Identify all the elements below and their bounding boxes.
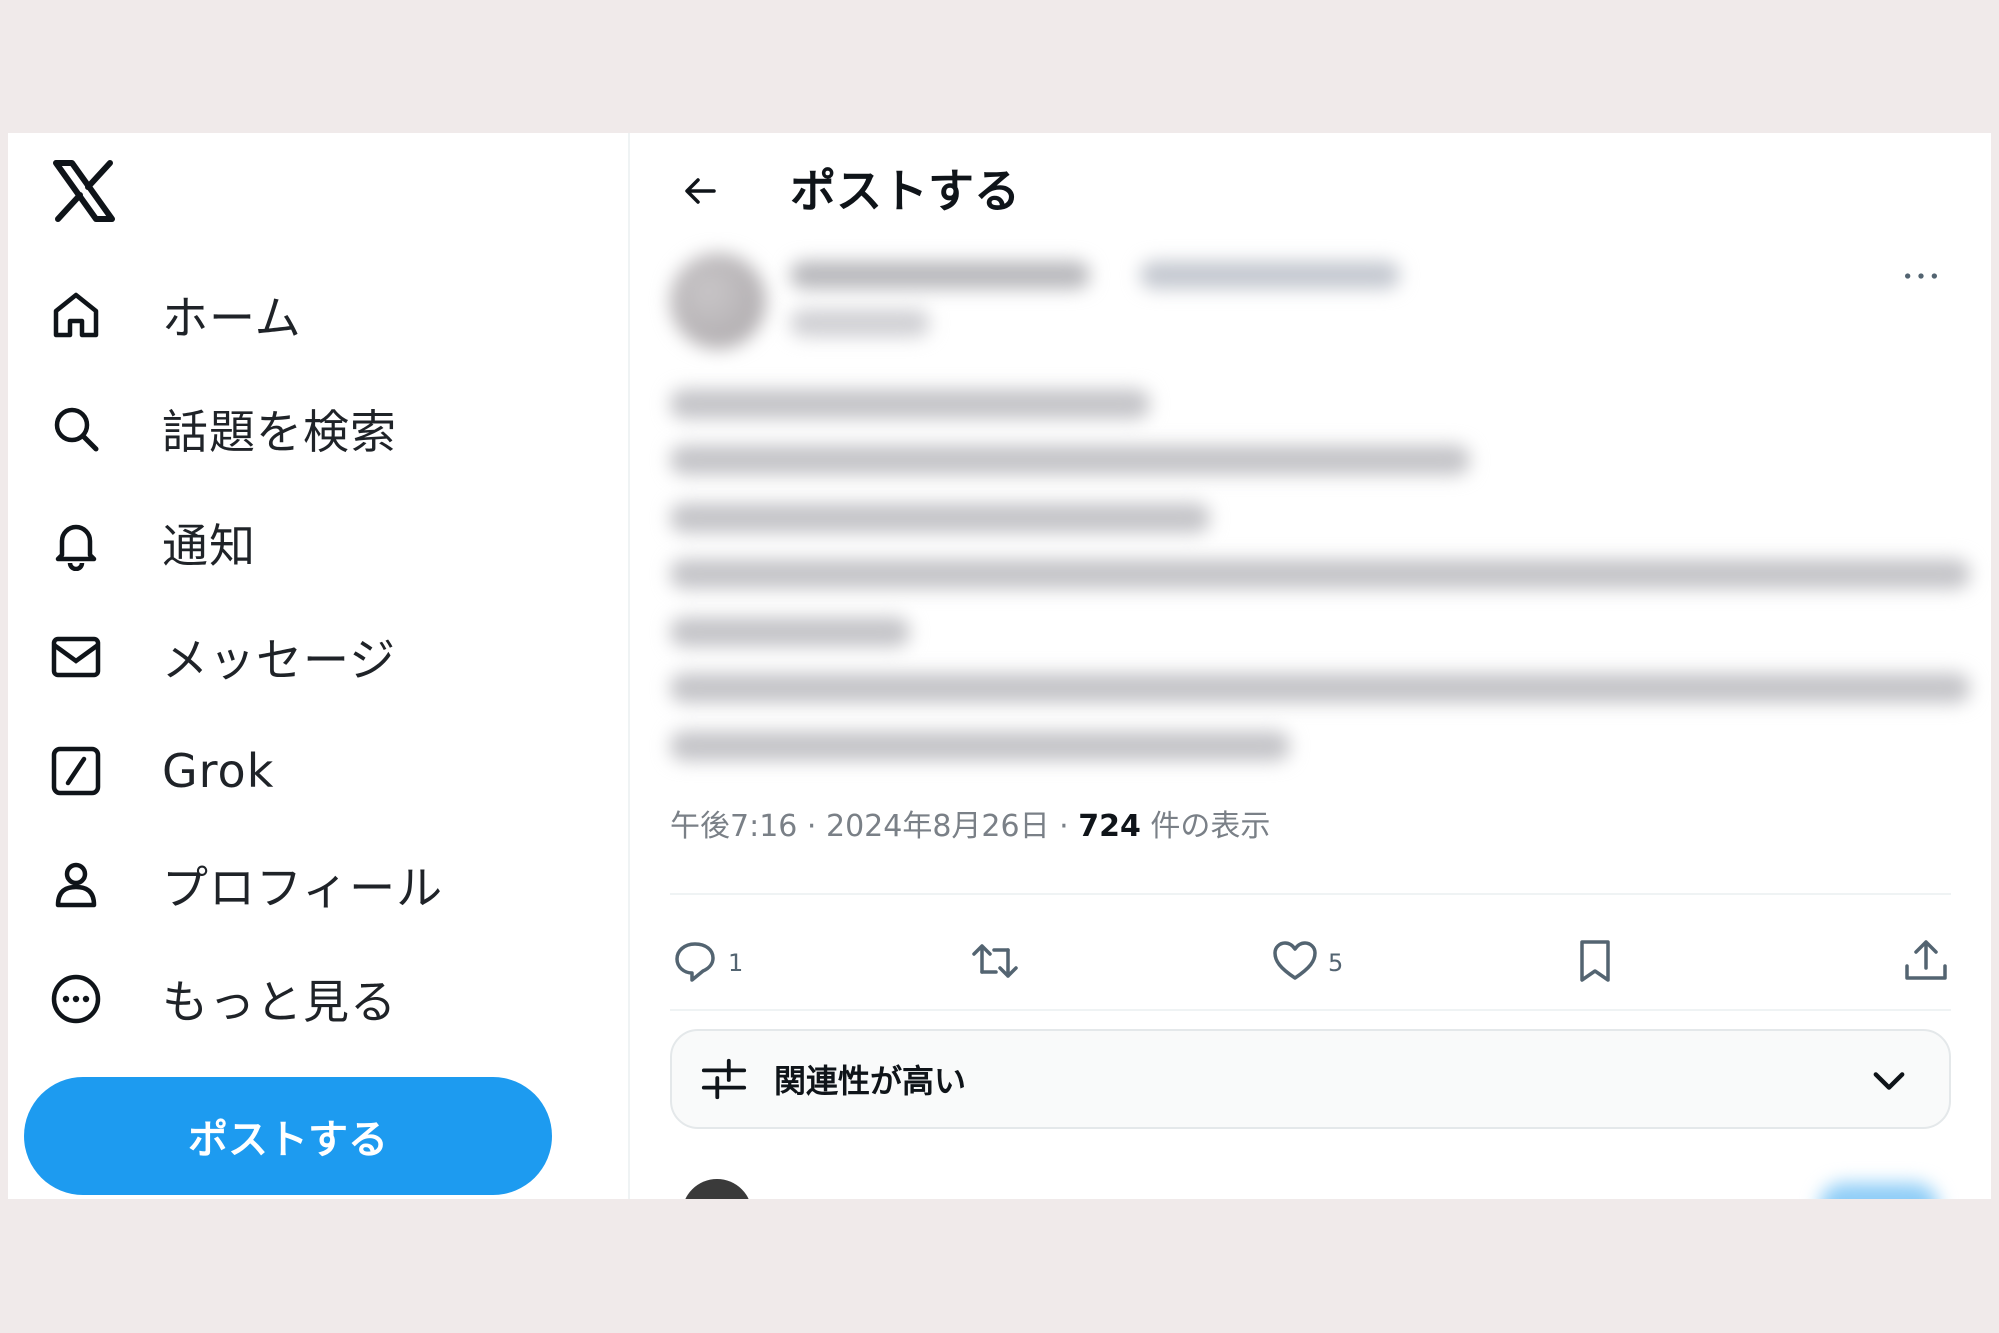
sidebar-item-label: 通知	[162, 519, 256, 573]
bookmark-button[interactable]	[1570, 923, 1620, 1003]
reply-follow-button[interactable]	[1819, 1183, 1939, 1199]
retweet-button[interactable]	[970, 923, 1028, 1003]
bell-icon	[48, 513, 128, 573]
sliders-icon	[694, 1049, 754, 1109]
divider	[670, 893, 1951, 895]
sidebar-item-label: プロフィール	[162, 861, 444, 915]
author-handle-blurred	[790, 309, 930, 337]
blurred-text-line	[670, 389, 1150, 419]
author-badge-blurred	[1140, 261, 1400, 289]
chevron-down-icon	[1859, 1051, 1919, 1111]
avatar[interactable]	[670, 253, 766, 349]
page-title: ポストする	[790, 164, 1020, 218]
bookmark-icon	[1570, 936, 1620, 990]
sidebar-item-label: ホーム	[162, 291, 302, 345]
reply-count: 1	[728, 949, 744, 977]
sort-label: 関連性が高い	[774, 1062, 967, 1100]
view-count: 724	[1078, 809, 1141, 844]
sidebar-item-messages[interactable]: メッセージ	[48, 617, 568, 697]
mail-icon	[48, 627, 128, 687]
post-button[interactable]: ポストする	[24, 1077, 552, 1195]
blurred-text-line	[670, 445, 1470, 475]
sidebar-item-label: Grok	[162, 744, 275, 798]
retweet-icon	[970, 936, 1020, 990]
author-name-blurred[interactable]	[790, 261, 1090, 289]
action-bar: 1 5	[670, 923, 1951, 1003]
sidebar-item-more[interactable]: もっと見る	[48, 959, 568, 1039]
more-horizontal-icon[interactable]	[1891, 261, 1951, 291]
reply-avatar[interactable]	[682, 1179, 752, 1199]
post-timestamp[interactable]: 午後7:16 · 2024年8月26日 ·	[670, 809, 1078, 844]
main-column: ポストする 午後7:16 · 2024年8月26日 · 724 件の表示 1 5…	[630, 133, 1991, 1199]
share-button[interactable]	[1901, 923, 1951, 1003]
sidebar-item-profile[interactable]: プロフィール	[48, 845, 568, 925]
share-icon	[1901, 936, 1951, 990]
sidebar-item-label: もっと見る	[162, 975, 397, 1029]
sidebar-item-explore[interactable]: 話題を検索	[48, 389, 568, 469]
search-icon	[48, 399, 128, 459]
blurred-text-line	[670, 731, 1290, 761]
reply-icon	[670, 936, 720, 990]
more-circle-icon	[48, 969, 128, 1029]
sidebar-item-home[interactable]: ホーム	[48, 275, 568, 355]
post-meta: 午後7:16 · 2024年8月26日 · 724 件の表示	[670, 801, 1270, 845]
app-window: ホーム 話題を検索 通知 メッセージ Grok プロフィール もっと見る ポスト…	[8, 133, 1991, 1199]
sidebar-item-grok[interactable]: Grok	[48, 731, 568, 811]
x-logo-icon[interactable]	[52, 159, 116, 223]
blurred-text-line	[670, 617, 910, 647]
sidebar-item-notifications[interactable]: 通知	[48, 503, 568, 583]
sidebar: ホーム 話題を検索 通知 メッセージ Grok プロフィール もっと見る ポスト…	[8, 133, 630, 1199]
blurred-text-line	[670, 503, 1210, 533]
blurred-text-line	[670, 559, 1970, 589]
view-count-label: 件の表示	[1140, 809, 1271, 844]
reply-sort-dropdown[interactable]: 関連性が高い	[670, 1029, 1951, 1129]
like-count: 5	[1328, 949, 1344, 977]
reply-button[interactable]: 1	[670, 923, 743, 1003]
heart-icon	[1270, 936, 1320, 990]
sidebar-item-label: 話題を検索	[162, 405, 397, 459]
divider	[670, 1009, 1951, 1011]
sidebar-item-label: メッセージ	[162, 633, 397, 687]
grok-icon	[48, 741, 128, 801]
back-arrow-icon[interactable]	[670, 161, 730, 221]
like-button[interactable]: 5	[1270, 923, 1343, 1003]
home-icon	[48, 285, 128, 345]
blurred-text-line	[670, 673, 1970, 703]
person-icon	[48, 855, 128, 915]
